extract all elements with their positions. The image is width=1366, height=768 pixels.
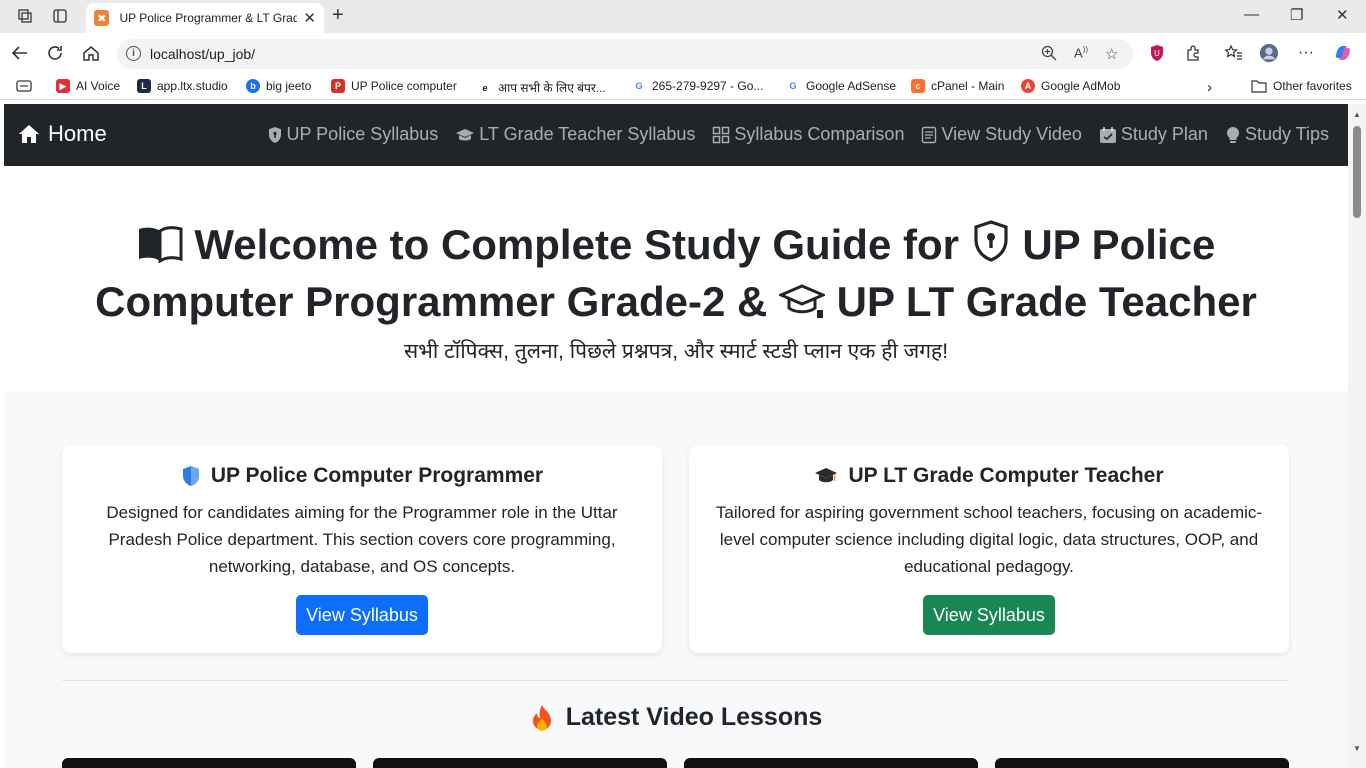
tab-title: UP Police Programmer & LT Grade xyxy=(119,11,298,25)
bookmark-item[interactable]: ▶ AI Voice xyxy=(56,79,120,93)
videos-section-title: Latest Video Lessons xyxy=(4,703,1348,732)
bookmark-favicon-icon: b xyxy=(246,79,260,93)
navbar-brand-home[interactable]: Home xyxy=(18,121,107,147)
address-url[interactable]: localhost/up_job/ xyxy=(150,46,255,62)
folder-icon xyxy=(1251,80,1267,93)
bookmark-item[interactable]: P UP Police computer xyxy=(331,79,457,93)
favorite-star-icon[interactable]: ☆ xyxy=(1105,45,1118,63)
page-title: Welcome to Complete Study Guide for UP P… xyxy=(44,218,1308,332)
fire-icon xyxy=(530,704,554,732)
profile-avatar-icon[interactable] xyxy=(1259,43,1279,63)
zoom-icon[interactable] xyxy=(1041,45,1057,65)
favorites-icon[interactable] xyxy=(1224,43,1244,63)
bookmark-favicon-icon: G xyxy=(632,79,646,93)
graduation-cap-icon xyxy=(455,127,475,143)
bookmark-item[interactable]: Lapp.ltx.studio xyxy=(137,79,228,93)
scroll-down-arrow-icon[interactable]: ▼ xyxy=(1353,744,1361,753)
bookmark-item[interactable]: c cPanel - Main xyxy=(911,79,1004,93)
video-card[interactable] xyxy=(373,758,667,768)
video-card[interactable] xyxy=(62,758,356,768)
card-description: Tailored for aspiring government school … xyxy=(715,503,1263,576)
xampp-favicon-icon: ✖ xyxy=(94,10,110,26)
card-up-police: UP Police Computer Programmer Designed f… xyxy=(62,445,662,653)
hero-subtitle: सभी टॉपिक्स, तुलना, पिछले प्रश्नपत्र, और… xyxy=(403,340,949,363)
bookmark-item[interactable]: e आप सभी के लिए बंपर... xyxy=(478,79,606,96)
nav-links: UP Police Syllabus LT Grade Teacher Syll… xyxy=(267,124,1329,145)
main-content: UP Police Computer Programmer Designed f… xyxy=(4,391,1348,768)
tab-actions-icon[interactable] xyxy=(49,5,71,27)
video-card[interactable] xyxy=(995,758,1289,768)
bookmark-favicon-icon: A xyxy=(1021,79,1035,93)
read-aloud-icon[interactable]: A)) xyxy=(1074,45,1088,60)
workspaces-icon[interactable] xyxy=(14,5,36,27)
close-window-icon[interactable]: ✕ xyxy=(1336,6,1349,24)
nav-link-syllabus-comparison[interactable]: Syllabus Comparison xyxy=(712,124,904,145)
nav-link-study-tips[interactable]: Study Tips xyxy=(1225,124,1329,145)
video-list-icon xyxy=(921,126,937,144)
site-navbar: Home UP Police Syllabus LT Grade Teacher… xyxy=(4,104,1348,166)
extension-shield-icon[interactable]: U xyxy=(1147,43,1167,63)
blue-shield-icon xyxy=(181,465,201,487)
back-icon[interactable] xyxy=(11,44,29,67)
shield-icon xyxy=(267,126,283,144)
copilot-icon[interactable] xyxy=(1333,43,1353,63)
new-tab-icon[interactable]: + xyxy=(332,4,344,27)
close-tab-icon[interactable]: ✕ xyxy=(303,9,316,27)
bookmark-favicon-icon: P xyxy=(331,79,345,93)
restore-icon[interactable]: ❐ xyxy=(1290,6,1303,24)
site-info-icon[interactable]: i xyxy=(126,46,141,61)
address-bar[interactable]: i localhost/up_job/ A)) ☆ xyxy=(117,39,1133,69)
nav-link-study-plan[interactable]: Study Plan xyxy=(1099,124,1208,145)
reload-icon[interactable] xyxy=(46,44,64,67)
bookmark-favicon-icon: c xyxy=(911,79,925,93)
nav-link-view-study-video[interactable]: View Study Video xyxy=(921,124,1082,145)
reading-mode-icon[interactable] xyxy=(16,79,32,93)
section-divider xyxy=(62,680,1288,681)
hero-section: Welcome to Complete Study Guide for UP P… xyxy=(4,166,1348,391)
grid-icon xyxy=(712,126,730,144)
bookmark-item[interactable]: A Google AdMob xyxy=(1021,79,1120,93)
active-tab[interactable]: ✖ UP Police Programmer & LT Grade ✕ xyxy=(86,3,324,33)
bookmark-item[interactable]: G 265-279-9297 - Go... xyxy=(632,79,763,93)
page-viewport: Home UP Police Syllabus LT Grade Teacher… xyxy=(4,104,1348,768)
card-title: UP Police Computer Programmer xyxy=(62,464,662,488)
bookmark-favicon-icon: L xyxy=(137,79,151,93)
browser-tab-strip: ✖ UP Police Programmer & LT Grade ✕ + — … xyxy=(0,0,1366,33)
bookmark-favicon-icon: e xyxy=(478,80,492,95)
graduation-cap-emoji-icon xyxy=(814,466,838,486)
settings-more-icon[interactable]: ··· xyxy=(1296,43,1316,63)
house-icon xyxy=(19,125,39,143)
bookmark-favicon-icon: G xyxy=(786,79,800,93)
chevron-right-icon[interactable]: › xyxy=(1207,79,1212,96)
brand-label: Home xyxy=(48,121,107,146)
page-scrollbar[interactable]: ▲ ▼ xyxy=(1348,104,1366,768)
scroll-up-arrow-icon[interactable]: ▲ xyxy=(1353,110,1361,119)
svg-text:U: U xyxy=(1154,49,1160,58)
shield-lock-icon xyxy=(971,219,1011,275)
nav-link-up-police-syllabus[interactable]: UP Police Syllabus xyxy=(267,124,438,145)
extensions-puzzle-icon[interactable] xyxy=(1183,43,1203,63)
view-syllabus-button[interactable]: View Syllabus xyxy=(296,595,428,635)
bookmarks-bar: ▶ AI Voice Lapp.ltx.studio b big jeeto P UP… xyxy=(0,75,1366,100)
bookmark-favicon-icon: ▶ xyxy=(56,79,70,93)
card-lt-grade: UP LT Grade Computer Teacher Tailored fo… xyxy=(689,445,1289,653)
nav-link-lt-grade-syllabus[interactable]: LT Grade Teacher Syllabus xyxy=(455,124,695,145)
lightbulb-icon xyxy=(1225,126,1241,144)
home-browser-icon[interactable] xyxy=(82,44,100,67)
other-favorites[interactable]: Other favorites xyxy=(1251,79,1352,93)
view-syllabus-button[interactable]: View Syllabus xyxy=(923,595,1055,635)
calendar-icon xyxy=(1099,126,1117,144)
minimize-icon[interactable]: — xyxy=(1244,6,1259,23)
video-card[interactable] xyxy=(684,758,978,768)
scrollbar-thumb[interactable] xyxy=(1353,126,1361,218)
bookmark-item[interactable]: b big jeeto xyxy=(246,79,311,93)
card-title: UP LT Grade Computer Teacher xyxy=(689,464,1289,488)
open-book-icon xyxy=(137,222,183,275)
card-description: Designed for candidates aiming for the P… xyxy=(106,503,618,576)
bookmark-item[interactable]: G Google AdSense xyxy=(786,79,896,93)
graduation-cap-icon xyxy=(777,279,827,332)
